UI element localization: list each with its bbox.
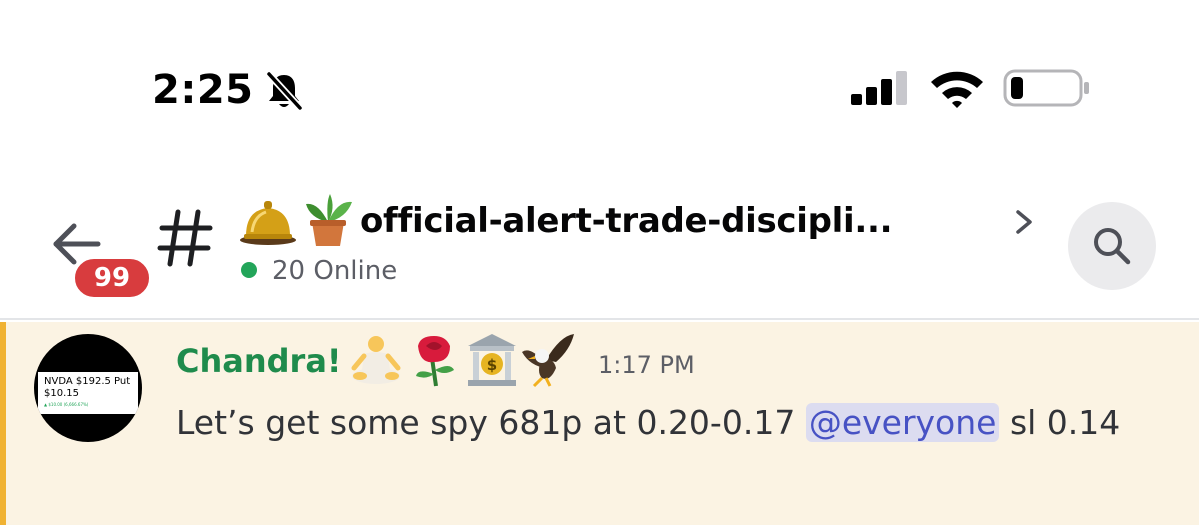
svg-text:$: $ xyxy=(487,356,497,374)
author-avatar[interactable]: NVDA $192.5 Put $10.15 ▲ $10.00 (6,666.6… xyxy=(34,334,142,442)
wifi-icon xyxy=(931,71,983,108)
avatar-image-card: NVDA $192.5 Put $10.15 ▲ $10.00 (6,666.6… xyxy=(38,372,138,414)
avatar-text-line: $10.15 xyxy=(44,388,79,399)
message-timestamp: 1:17 PM xyxy=(598,351,695,379)
bank-emoji: $ xyxy=(468,334,516,386)
message-item[interactable]: NVDA $192.5 Put $10.15 ▲ $10.00 (6,666.6… xyxy=(0,322,1199,525)
battery-low-icon xyxy=(1003,69,1089,107)
potted-plant-emoji xyxy=(306,194,352,246)
person-meditating-emoji xyxy=(351,336,401,384)
unread-count-badge: 99 xyxy=(72,256,152,300)
author-name[interactable]: Chandra! xyxy=(176,340,342,382)
chevron-right-icon[interactable] xyxy=(1012,206,1036,238)
eagle-emoji xyxy=(522,334,574,388)
header-divider xyxy=(0,318,1199,320)
message-text-start: Let’s get some spy 681p at 0.20-0.17 xyxy=(176,403,806,442)
bell-slash-icon xyxy=(266,71,303,111)
search-button[interactable] xyxy=(1068,202,1156,290)
avatar-text-line: ▲ $10.00 (6,666.67%) xyxy=(44,402,89,407)
discord-channel-screen: 2:25 99 official-alert-trade-discipli...… xyxy=(0,0,1199,525)
online-count: 20 Online xyxy=(272,256,398,286)
search-icon xyxy=(1094,228,1131,265)
online-status-dot xyxy=(241,262,257,278)
rose-emoji xyxy=(416,336,454,387)
status-time: 2:25 xyxy=(152,67,254,113)
everyone-mention[interactable]: @everyone xyxy=(805,403,1000,442)
cellular-signal-icon xyxy=(851,71,907,105)
channel-name[interactable]: official-alert-trade-discipli... xyxy=(360,196,893,246)
hash-icon xyxy=(157,209,213,267)
message-text-end: sl 0.14 xyxy=(999,403,1121,442)
mention-highlight-bar xyxy=(0,322,6,525)
avatar-text-line: NVDA $192.5 Put xyxy=(44,376,131,387)
bell-emoji xyxy=(240,201,296,245)
message-content: Let’s get some spy 681p at 0.20-0.17 @ev… xyxy=(176,398,1136,448)
